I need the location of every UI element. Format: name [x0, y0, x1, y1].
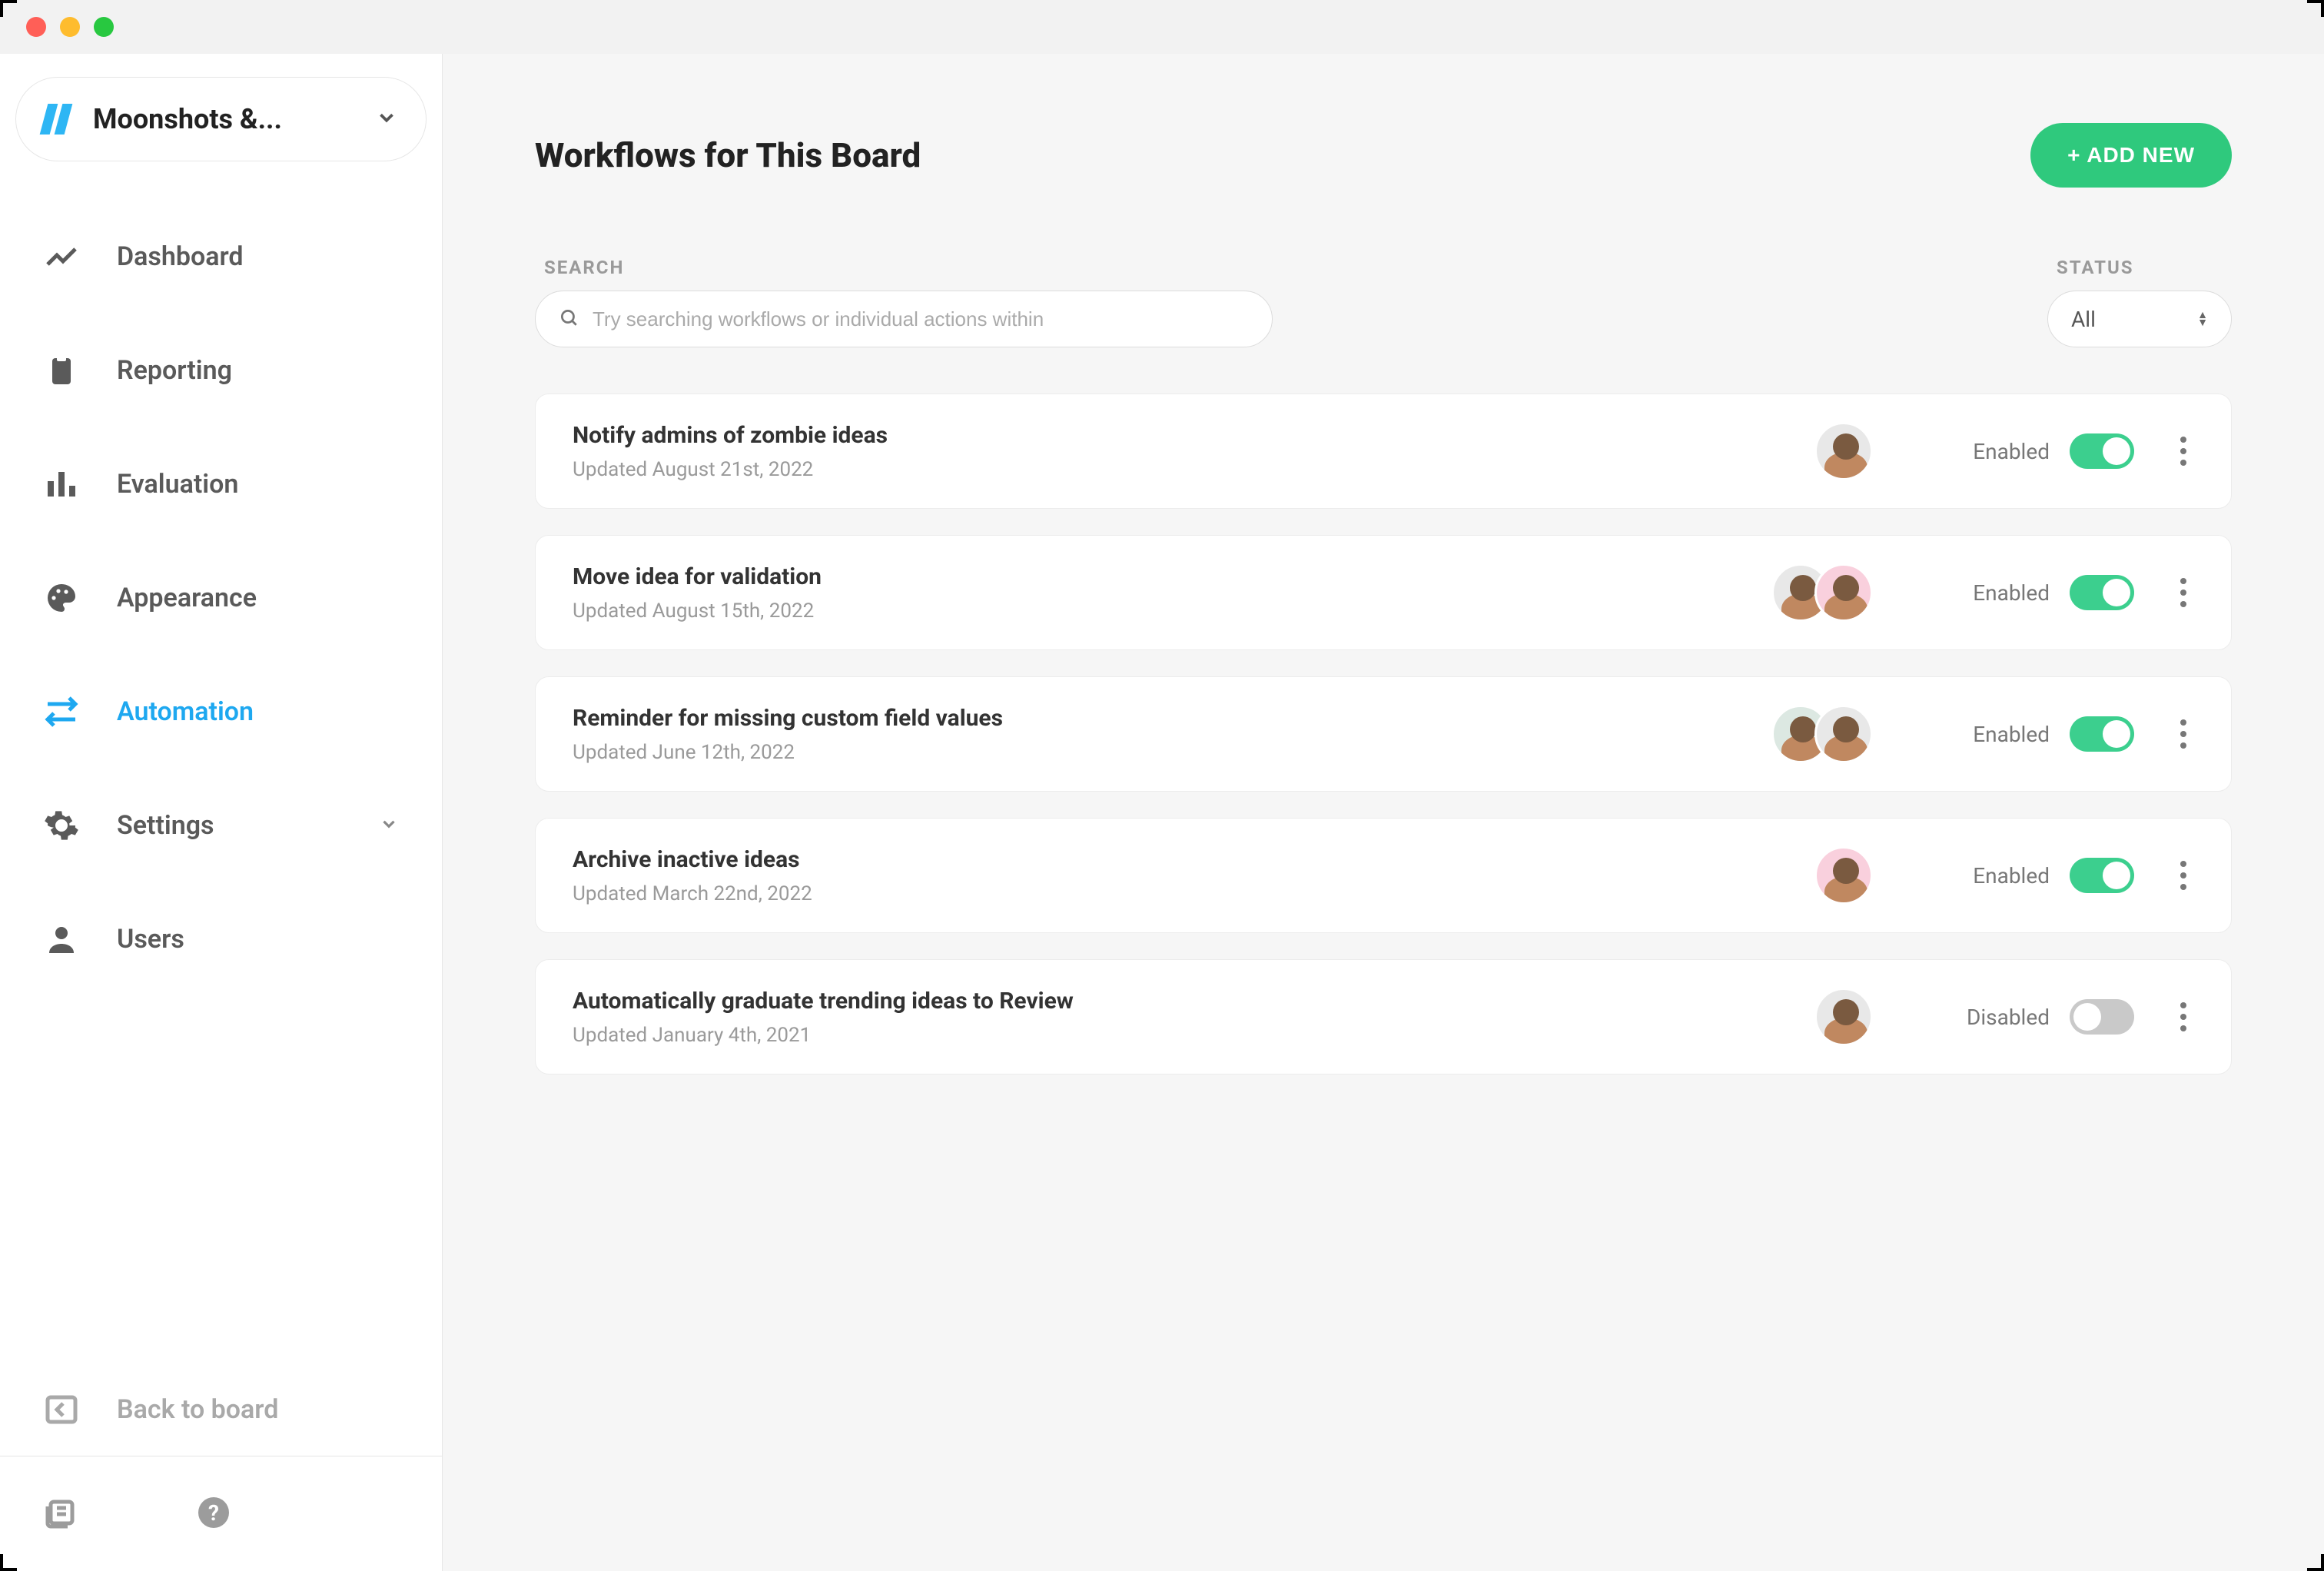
- sidebar-item-label: Evaluation: [117, 469, 238, 500]
- sidebar-item-settings[interactable]: Settings: [0, 769, 442, 882]
- workflow-toggle[interactable]: [2070, 575, 2134, 610]
- sidebar-item-label: Settings: [117, 810, 214, 841]
- decoration-corner: [2307, 0, 2324, 17]
- search-input[interactable]: [593, 307, 1249, 331]
- status-label: STATUS: [2047, 257, 2232, 278]
- sidebar-bottom-bar: ?: [0, 1456, 442, 1571]
- more-options-icon[interactable]: [2173, 853, 2194, 898]
- svg-text:?: ?: [208, 1500, 219, 1526]
- gear-icon: [43, 807, 80, 844]
- avatar: [1814, 846, 1873, 905]
- maximize-window-icon[interactable]: [94, 17, 114, 37]
- workflow-status-label: Enabled: [1957, 863, 2050, 888]
- workflow-avatars: [1771, 563, 1873, 622]
- workflow-toggle[interactable]: [2070, 433, 2134, 469]
- page-title: Workflows for This Board: [535, 135, 921, 175]
- workflow-status-label: Enabled: [1957, 722, 2050, 747]
- workflow-status-label: Enabled: [1957, 580, 2050, 606]
- workflow-row[interactable]: Move idea for validation Updated August 1…: [535, 535, 2232, 650]
- workflow-row[interactable]: Reminder for missing custom field values…: [535, 676, 2232, 792]
- search-label: SEARCH: [535, 257, 1273, 278]
- avatar: [1814, 563, 1873, 622]
- app-window: Moonshots &... Dashboard Reporting: [0, 0, 2324, 1571]
- sidebar-item-label: Reporting: [117, 355, 232, 386]
- workflow-updated: Updated June 12th, 2022: [573, 741, 1771, 764]
- more-options-icon[interactable]: [2173, 570, 2194, 615]
- workflow-row[interactable]: Notify admins of zombie ideas Updated Aug…: [535, 394, 2232, 509]
- loop-icon: [43, 693, 80, 730]
- back-to-board-label: Back to board: [117, 1394, 278, 1425]
- bars-icon: [43, 466, 80, 503]
- main-content: Workflows for This Board + ADD NEW SEARC…: [443, 54, 2324, 1571]
- status-selected-value: All: [2071, 307, 2096, 332]
- search-icon: [559, 307, 579, 330]
- main-header: Workflows for This Board + ADD NEW: [535, 123, 2232, 188]
- workflow-updated: Updated March 22nd, 2022: [573, 882, 1814, 905]
- sort-icon: ▲▼: [2197, 311, 2208, 327]
- close-window-icon[interactable]: [26, 17, 46, 37]
- add-new-button[interactable]: + ADD NEW: [2030, 123, 2232, 188]
- workflow-avatars: [1814, 846, 1873, 905]
- workflow-updated: Updated August 21st, 2022: [573, 458, 1814, 481]
- sidebar-item-label: Dashboard: [117, 241, 244, 272]
- more-options-icon[interactable]: [2173, 712, 2194, 756]
- sidebar-item-evaluation[interactable]: Evaluation: [0, 427, 442, 541]
- person-icon: [43, 921, 80, 958]
- back-to-board-link[interactable]: Back to board: [0, 1363, 442, 1456]
- workflow-status-label: Disabled: [1957, 1005, 2050, 1030]
- avatar: [1814, 422, 1873, 480]
- clipboard-icon: [43, 352, 80, 389]
- workflow-updated: Updated January 4th, 2021: [573, 1024, 1814, 1047]
- workflow-status-label: Enabled: [1957, 439, 2050, 464]
- sidebar-item-users[interactable]: Users: [0, 882, 442, 996]
- workflow-avatars: [1814, 988, 1873, 1046]
- decoration-corner: [0, 0, 17, 17]
- more-options-icon[interactable]: [2173, 429, 2194, 473]
- workflow-title: Reminder for missing custom field values: [573, 705, 1771, 732]
- workflow-title: Notify admins of zombie ideas: [573, 422, 1814, 449]
- chevron-down-icon: [375, 106, 398, 132]
- search-field[interactable]: [535, 291, 1273, 347]
- workflow-updated: Updated August 15th, 2022: [573, 600, 1771, 623]
- palette-icon: [43, 580, 80, 616]
- sidebar-item-label: Users: [117, 924, 184, 955]
- sidebar-item-reporting[interactable]: Reporting: [0, 314, 442, 427]
- filters-row: SEARCH STATUS All ▲▼: [535, 257, 2232, 347]
- workflow-title: Archive inactive ideas: [573, 846, 1814, 873]
- library-icon[interactable]: [43, 1494, 80, 1534]
- decoration-corner: [2307, 1554, 2324, 1571]
- workflow-row[interactable]: Automatically graduate trending ideas to…: [535, 959, 2232, 1074]
- sidebar-item-label: Appearance: [117, 583, 257, 613]
- trend-icon: [43, 238, 80, 275]
- avatar: [1814, 988, 1873, 1046]
- help-icon[interactable]: ?: [195, 1494, 232, 1534]
- workflow-toggle[interactable]: [2070, 858, 2134, 893]
- workflow-list: Notify admins of zombie ideas Updated Aug…: [535, 394, 2232, 1074]
- sidebar-item-automation[interactable]: Automation: [0, 655, 442, 769]
- status-select[interactable]: All ▲▼: [2047, 291, 2232, 347]
- chevron-down-icon: [379, 814, 399, 837]
- workflow-avatars: [1771, 705, 1873, 763]
- workflow-toggle[interactable]: [2070, 999, 2134, 1035]
- sidebar: Moonshots &... Dashboard Reporting: [0, 54, 443, 1571]
- workflow-title: Move idea for validation: [573, 563, 1771, 590]
- workflow-title: Automatically graduate trending ideas to…: [573, 988, 1814, 1015]
- avatar: [1814, 705, 1873, 763]
- board-logo-icon: [44, 102, 78, 136]
- more-options-icon[interactable]: [2173, 995, 2194, 1039]
- board-selector[interactable]: Moonshots &...: [15, 77, 427, 161]
- board-name: Moonshots &...: [93, 103, 360, 135]
- workflow-toggle[interactable]: [2070, 716, 2134, 752]
- window-titlebar: [0, 0, 2324, 54]
- sidebar-item-dashboard[interactable]: Dashboard: [0, 200, 442, 314]
- workflow-avatars: [1814, 422, 1873, 480]
- minimize-window-icon[interactable]: [60, 17, 80, 37]
- sidebar-item-label: Automation: [117, 696, 254, 727]
- workflow-row[interactable]: Archive inactive ideas Updated March 22nd…: [535, 818, 2232, 933]
- sidebar-nav: Dashboard Reporting Evaluation: [0, 192, 442, 1363]
- back-icon: [43, 1391, 80, 1428]
- sidebar-item-appearance[interactable]: Appearance: [0, 541, 442, 655]
